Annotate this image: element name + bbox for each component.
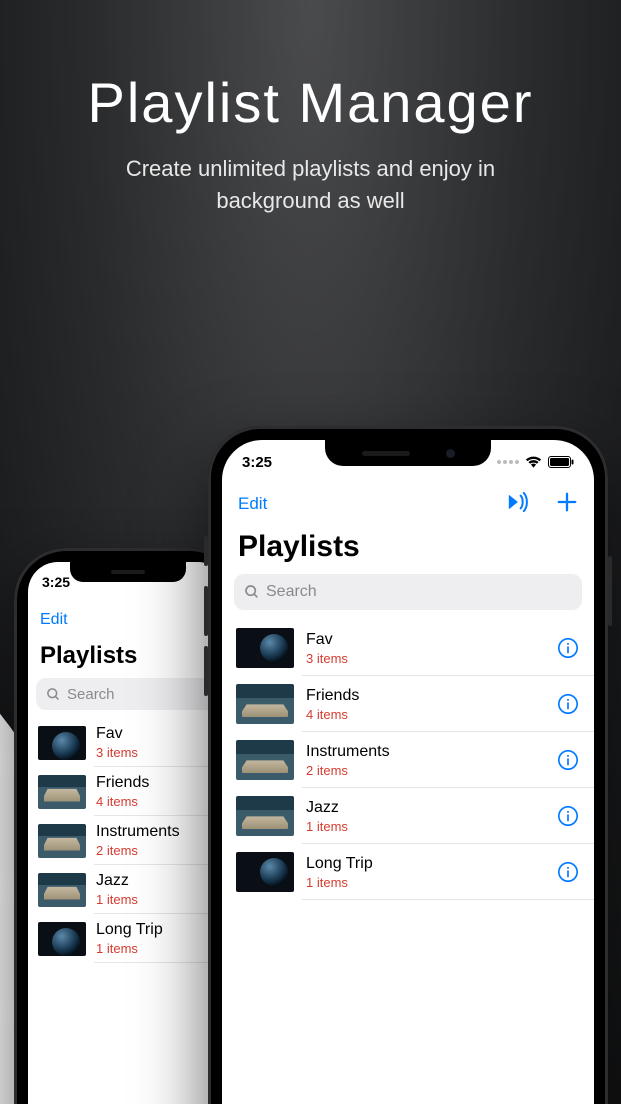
playlist-name: Fav	[96, 725, 218, 743]
playlist-row-body: Long Trip 1 items	[306, 855, 556, 890]
playlist-item-count: 2 items	[96, 843, 218, 858]
page-title: Playlists	[222, 524, 594, 574]
playlist-row[interactable]: Jazz 1 items	[28, 865, 228, 914]
info-button[interactable]	[556, 860, 580, 884]
playlist-item-count: 1 items	[96, 941, 218, 956]
status-time: 3:25	[242, 454, 272, 471]
playlist-row[interactable]: Long Trip 1 items	[222, 844, 594, 900]
search-bar[interactable]: Search	[36, 678, 220, 710]
playlist-list-back: Fav 3 items Friends 4 items Instruments 2 ite…	[28, 718, 228, 963]
search-icon	[46, 687, 61, 702]
play-broadcast-icon	[506, 492, 528, 512]
playlist-thumbnail	[236, 628, 294, 668]
status-indicators	[497, 456, 574, 469]
hero-title: Playlist Manager	[0, 70, 621, 135]
playlist-item-count: 4 items	[306, 707, 556, 722]
playlist-row[interactable]: Long Trip 1 items	[28, 914, 228, 963]
now-playing-button[interactable]	[506, 492, 528, 517]
playlist-thumbnail	[38, 726, 86, 760]
page-title: Playlists	[28, 638, 228, 678]
search-bar[interactable]: Search	[234, 574, 582, 610]
hero-subtitle: Create unlimited playlists and enjoy in …	[0, 153, 621, 217]
playlist-item-count: 3 items	[96, 745, 218, 760]
playlist-row[interactable]: Jazz 1 items	[222, 788, 594, 844]
playlist-name: Long Trip	[96, 921, 218, 939]
playlist-item-count: 2 items	[306, 763, 556, 778]
info-icon	[557, 861, 579, 883]
hero-subtitle-line2: background as well	[216, 188, 404, 213]
playlist-item-count: 4 items	[96, 794, 218, 809]
hero-section: Playlist Manager Create unlimited playli…	[0, 70, 621, 217]
plus-icon	[556, 491, 578, 513]
phone-back-screen: 3:25 Edit Playlists Search Fav 3 items Fri…	[28, 562, 228, 1104]
playlist-thumbnail	[236, 796, 294, 836]
playlist-item-count: 1 items	[306, 875, 556, 890]
playlist-name: Jazz	[306, 799, 556, 817]
playlist-row[interactable]: Instruments 2 items	[222, 732, 594, 788]
playlist-row-body: Instruments 2 items	[96, 823, 218, 858]
search-placeholder: Search	[266, 583, 317, 601]
info-icon	[557, 749, 579, 771]
playlist-name: Jazz	[96, 872, 218, 890]
playlist-row[interactable]: Instruments 2 items	[28, 816, 228, 865]
playlist-row-body: Jazz 1 items	[306, 799, 556, 834]
playlist-thumbnail	[236, 740, 294, 780]
playlist-thumbnail	[38, 922, 86, 956]
playlist-thumbnail	[236, 684, 294, 724]
playlist-thumbnail	[38, 873, 86, 907]
status-bar: 3:25	[28, 562, 228, 602]
battery-icon	[548, 456, 574, 468]
phone-front-screen: 3:25 Edit Playlists Search Fav3 ite	[222, 440, 594, 1104]
playlist-row-body: Friends 4 items	[306, 687, 556, 722]
nav-bar: Edit	[28, 602, 228, 638]
playlist-name: Fav	[306, 631, 556, 649]
info-icon	[557, 637, 579, 659]
playlist-thumbnail	[236, 852, 294, 892]
playlist-row[interactable]: Fav 3 items	[28, 718, 228, 767]
playlist-name: Friends	[96, 774, 218, 792]
playlist-row[interactable]: Fav 3 items	[222, 620, 594, 676]
playlist-row-body: Fav 3 items	[96, 725, 218, 760]
playlist-item-count: 1 items	[96, 892, 218, 907]
phone-mockup-front: 3:25 Edit Playlists Search Fav3 ite	[208, 426, 608, 1104]
playlist-row-body: Long Trip 1 items	[96, 921, 218, 956]
playlist-item-count: 1 items	[306, 819, 556, 834]
edit-button[interactable]: Edit	[40, 611, 68, 629]
nav-bar: Edit	[222, 484, 594, 524]
playlist-row-body: Friends 4 items	[96, 774, 218, 809]
info-button[interactable]	[556, 692, 580, 716]
info-button[interactable]	[556, 748, 580, 772]
info-icon	[557, 805, 579, 827]
playlist-name: Friends	[306, 687, 556, 705]
info-button[interactable]	[556, 636, 580, 660]
status-time: 3:25	[42, 574, 70, 590]
playlist-name: Instruments	[96, 823, 218, 841]
playlist-name: Instruments	[306, 743, 556, 761]
info-button[interactable]	[556, 804, 580, 828]
playlist-thumbnail	[38, 824, 86, 858]
wifi-icon	[525, 456, 542, 469]
search-icon	[244, 584, 260, 600]
signal-icon	[497, 460, 519, 464]
volume-down-button	[204, 646, 208, 696]
playlist-row-body: Jazz 1 items	[96, 872, 218, 907]
search-placeholder: Search	[67, 686, 115, 703]
edit-button[interactable]: Edit	[238, 494, 267, 514]
side-button	[608, 556, 612, 626]
playlist-row[interactable]: Friends 4 items	[222, 676, 594, 732]
playlist-name: Long Trip	[306, 855, 556, 873]
info-icon	[557, 693, 579, 715]
playlist-list-front: Fav 3 items Friends 4 items Instruments 2 ite…	[222, 620, 594, 900]
hero-subtitle-line1: Create unlimited playlists and enjoy in	[126, 156, 495, 181]
add-button[interactable]	[556, 491, 578, 518]
playlist-thumbnail	[38, 775, 86, 809]
playlist-row-body: Instruments 2 items	[306, 743, 556, 778]
status-bar: 3:25	[222, 440, 594, 484]
playlist-row-body: Fav 3 items	[306, 631, 556, 666]
playlist-row[interactable]: Friends 4 items	[28, 767, 228, 816]
playlist-item-count: 3 items	[306, 651, 556, 666]
